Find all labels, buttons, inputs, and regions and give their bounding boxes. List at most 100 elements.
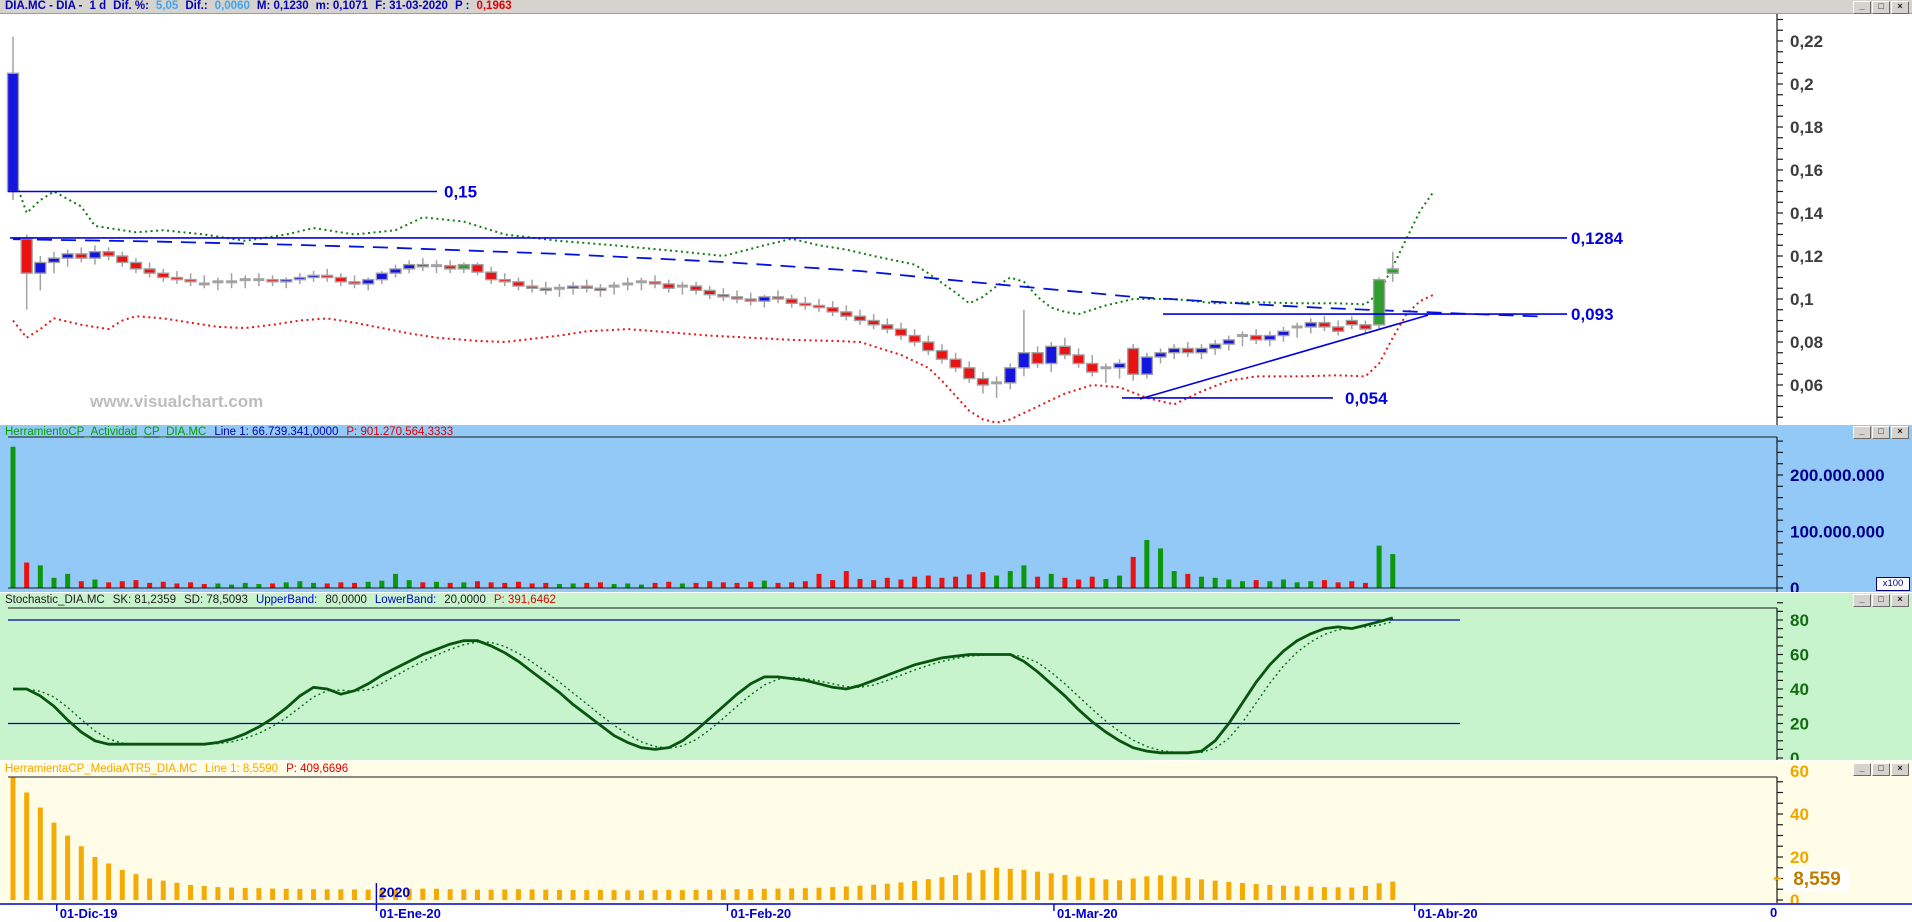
- atr-bar: [242, 887, 248, 900]
- atr-bar: [1212, 880, 1218, 900]
- candle-body: [116, 255, 129, 264]
- atr-bar: [925, 879, 931, 900]
- candle-body: [594, 287, 607, 292]
- atr-last-value-label: 8,559: [1784, 868, 1850, 892]
- volume-panel-header: HerramientoCP_Actividad_CP_DIA.MC Line 1:…: [5, 426, 461, 439]
- doji-candle: [226, 280, 238, 284]
- date-label: 01-Mar-20: [1057, 906, 1118, 921]
- axis-tick-label: 0: [1790, 891, 1799, 903]
- maximize-button[interactable]: □: [1872, 763, 1890, 776]
- volume-bar: [611, 584, 617, 588]
- volume-bar: [1335, 582, 1341, 588]
- candle-body: [1345, 319, 1358, 326]
- candle-body: [61, 253, 74, 259]
- volume-bar: [843, 571, 849, 588]
- price-axis[interactable]: 0,22 0,2 0,18 0,16 0,14 0,12 0,1 0,08 0,06: [1776, 14, 1824, 425]
- close-button[interactable]: ×: [1891, 1, 1909, 14]
- quote-info-segment: m: 0,1071: [315, 0, 369, 12]
- volume-bar: [133, 580, 139, 588]
- window-controls-main: _ □ ×: [1852, 1, 1909, 14]
- volume-bar: [297, 581, 303, 588]
- minimize-button[interactable]: _: [1853, 763, 1871, 776]
- atr-bar: [10, 777, 16, 900]
- atr-bar: [215, 887, 221, 900]
- volume-bar: [393, 573, 399, 588]
- price-chart-canvas[interactable]: www.visualchart.com 0,15 0,1284 0,093 0,054 0…: [0, 14, 1912, 425]
- atr-bar: [461, 889, 467, 900]
- maximize-button[interactable]: □: [1872, 1, 1890, 14]
- volume-bar: [1267, 581, 1273, 588]
- axis-tick-label: 0,1: [1790, 290, 1814, 309]
- atr-bar: [597, 889, 603, 900]
- volume-bar: [51, 577, 57, 588]
- atr-bar: [174, 882, 180, 900]
- close-button[interactable]: ×: [1891, 763, 1909, 776]
- volume-bar: [488, 582, 494, 588]
- stochastic-axis[interactable]: 80 60 40 20 0: [1776, 602, 1809, 760]
- candle-body: [963, 367, 976, 380]
- volume-bar: [1349, 581, 1355, 588]
- doji-candle: [212, 280, 224, 284]
- candle-body: [662, 283, 675, 289]
- candle-body: [20, 238, 33, 274]
- candle-body: [717, 294, 730, 298]
- volume-bar: [1076, 579, 1082, 588]
- volume-axis[interactable]: 200.000.000 100.000.000 0: [1776, 437, 1885, 592]
- volume-chart-canvas[interactable]: 200.000.000 100.000.000 0: [0, 425, 1912, 592]
- time-axis-canvas[interactable]: 01-Dic-19 01-Ene-20 01-Feb-20 01-Mar-20 01-A…: [0, 903, 1912, 922]
- volume-bar: [215, 583, 221, 588]
- atr-bar: [1390, 881, 1396, 900]
- volume-bar: [994, 575, 1000, 588]
- axis-tick-label: 0,22: [1790, 32, 1823, 51]
- atr-bar: [789, 888, 795, 900]
- candle-body: [580, 285, 593, 289]
- atr-header-segment: HerramientaCP_MediaATR5_DIA.MC: [5, 763, 198, 775]
- sd-line: [13, 620, 1393, 754]
- stochastic-chart-canvas[interactable]: 80 60 40 20 0: [0, 593, 1912, 760]
- atr-bar: [1376, 883, 1382, 900]
- stochastic-header-segment: Stochastic_DIA.MC: [5, 594, 105, 606]
- volume-bar: [1308, 581, 1314, 588]
- candle-body: [484, 271, 498, 281]
- candle-body: [102, 250, 115, 257]
- atr-bar: [1226, 881, 1232, 900]
- atr-chart-canvas[interactable]: 60 40 20 0: [0, 762, 1912, 903]
- price-chart-panel: www.visualchart.com 0,15 0,1284 0,093 0,054 0…: [0, 14, 1912, 425]
- volume-bar: [379, 580, 385, 588]
- candle-body: [758, 296, 771, 302]
- minimize-button[interactable]: _: [1853, 1, 1871, 14]
- volume-header-segment: HerramientoCP_Actividad_CP_DIA.MC: [5, 426, 207, 438]
- close-button[interactable]: ×: [1891, 426, 1909, 439]
- date-label: 01-Dic-19: [60, 906, 118, 921]
- axis-tick-label: 20: [1790, 848, 1809, 867]
- atr-bar: [748, 889, 754, 900]
- maximize-button[interactable]: □: [1872, 594, 1890, 607]
- atr-bar: [584, 890, 590, 900]
- date-label: 01-Abr-20: [1418, 906, 1478, 921]
- atr-bar: [119, 869, 125, 900]
- candle-body: [1017, 352, 1031, 369]
- volume-bar: [461, 582, 467, 588]
- axis-tick-label: 0,18: [1790, 118, 1823, 137]
- atr-bar: [953, 875, 959, 900]
- atr-bar: [1199, 879, 1205, 900]
- atr-bar: [1117, 880, 1123, 900]
- atr-bar: [188, 884, 194, 900]
- level-price-label: 0,1284: [1571, 229, 1624, 248]
- quote-info-segment: DIA.MC - DIA -: [5, 0, 83, 12]
- candle-body: [853, 315, 867, 322]
- atr-bar: [51, 822, 57, 900]
- atr-bar: [283, 888, 289, 900]
- volume-bar: [365, 581, 371, 588]
- atr-bar: [1321, 887, 1327, 900]
- minimize-button[interactable]: _: [1853, 594, 1871, 607]
- close-button[interactable]: ×: [1891, 594, 1909, 607]
- doji-candle: [991, 381, 1003, 385]
- minimize-button[interactable]: _: [1853, 426, 1871, 439]
- volume-bar: [556, 584, 562, 588]
- maximize-button[interactable]: □: [1872, 426, 1890, 439]
- candle-body: [730, 296, 744, 300]
- volume-bar: [775, 582, 781, 588]
- axis-tick-label: 0,06: [1790, 376, 1823, 395]
- candle-body: [280, 278, 293, 283]
